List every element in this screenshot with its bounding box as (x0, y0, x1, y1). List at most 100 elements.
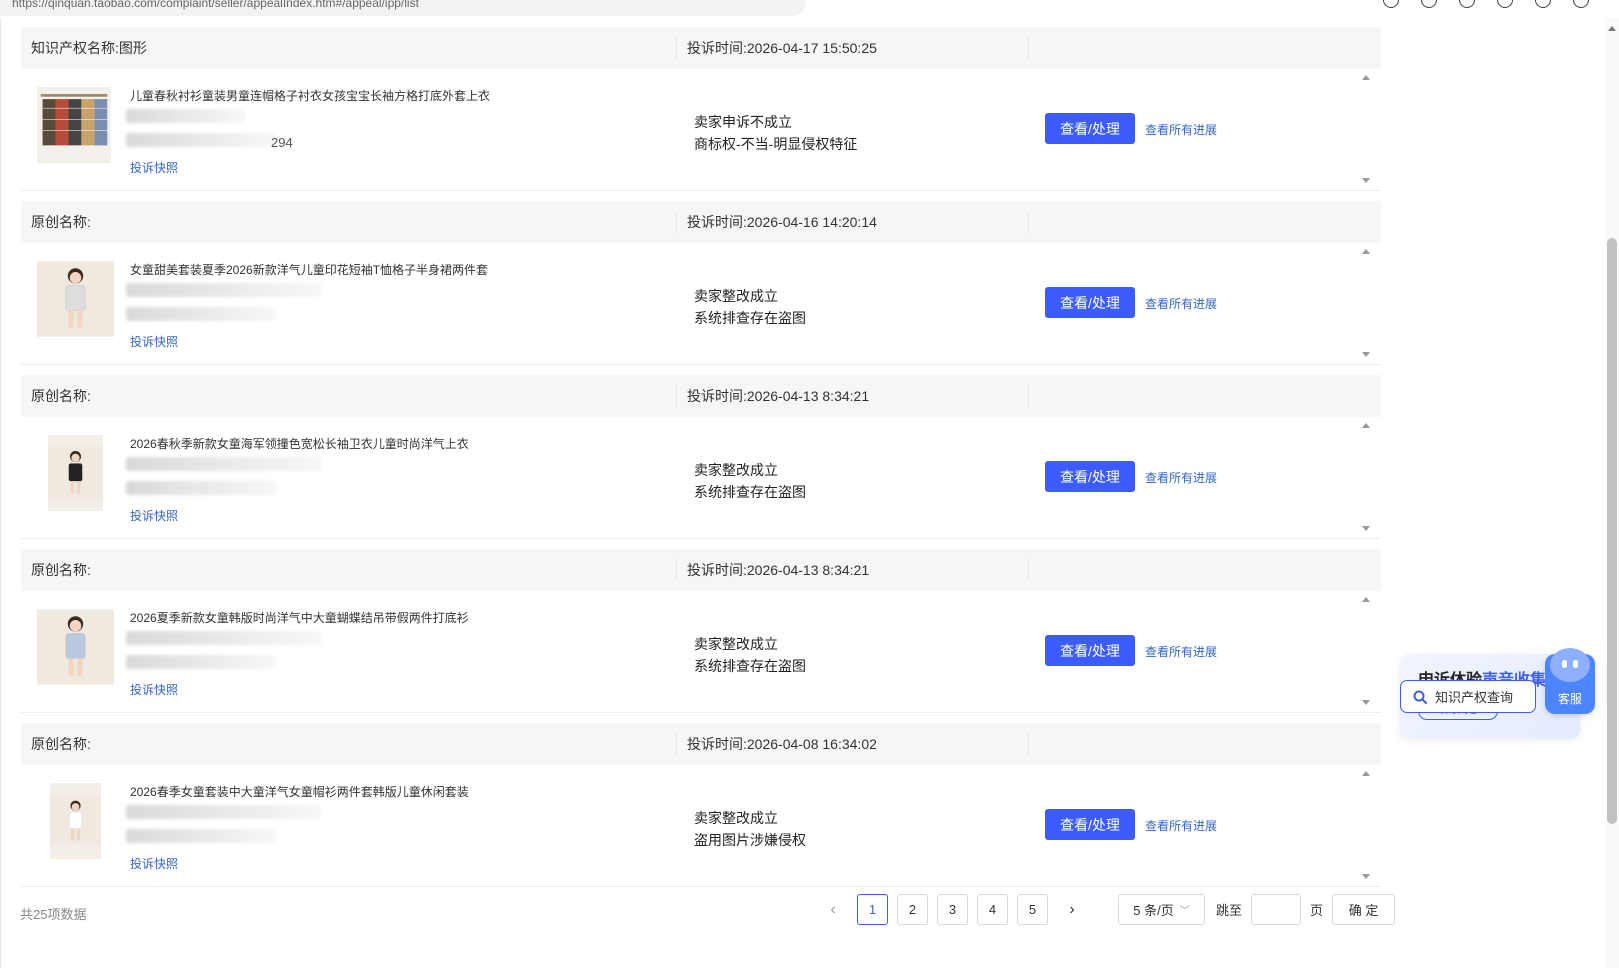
page-unit-label: 页 (1310, 903, 1324, 918)
complaint-snapshot-link[interactable]: 投诉快照 (130, 681, 178, 698)
ip-name: 原创名称: (21, 211, 677, 233)
record-body: 儿童春秋衬衫童装男童连帽格子衬衣女孩宝宝长袖方格打底外套上衣 294 投诉快照 卖家申… (21, 69, 1381, 191)
redacted-info (126, 133, 276, 147)
complaint-list: 知识产权名称:图形 投诉时间:2026-04-17 15:50:25 儿童春秋衬衫童… (0, 18, 1605, 968)
redacted-info (126, 307, 276, 321)
view-all-progress-link[interactable]: 查看所有进展 (1145, 295, 1217, 312)
complaint-time: 投诉时间:2026-04-16 14:20:14 (677, 211, 1029, 233)
prev-page-icon[interactable]: ‹ (818, 895, 848, 925)
page-scrollbar[interactable] (1605, 18, 1619, 968)
download-icon[interactable] (1497, 0, 1513, 8)
record-header: 原创名称: 投诉时间:2026-04-13 8:34:21 (21, 549, 1381, 591)
complaint-snapshot-link[interactable]: 投诉快照 (130, 855, 178, 872)
view-handle-button[interactable]: 查看/处理 (1045, 461, 1135, 492)
record-body: 2026夏季新款女童韩版时尚洋气中大童蝴蝶结吊带假两件打底衫 投诉快照 卖家整改成立… (21, 591, 1381, 713)
scroll-down-icon[interactable] (1362, 700, 1370, 705)
complaint-time: 投诉时间:2026-04-08 16:34:02 (677, 733, 1029, 755)
record-header: 原创名称: 投诉时间:2026-04-16 14:20:14 (21, 201, 1381, 243)
complaint-snapshot-link[interactable]: 投诉快照 (130, 507, 178, 524)
record-scrollbar[interactable] (1359, 417, 1373, 537)
redacted-complaint-id (126, 805, 321, 819)
ip-search-button[interactable]: 知识产权查询 (1400, 680, 1536, 713)
product-title: 儿童春秋衬衫童装男童连帽格子衬衣女孩宝宝长袖方格打底外套上衣 (130, 89, 491, 103)
result-reason: 系统排查存在盗图 (694, 310, 806, 326)
view-all-progress-link[interactable]: 查看所有进展 (1145, 817, 1217, 834)
result-reason: 商标权-不当-明显侵权特征 (694, 136, 858, 152)
address-bar[interactable]: https://qinquan.taobao.com/complaint/sel… (0, 0, 806, 16)
scroll-down-icon[interactable] (1362, 178, 1370, 183)
confirm-jump-button[interactable]: 确 定 (1332, 894, 1396, 925)
page-size-select[interactable]: 5 条/页 ﹀ (1118, 894, 1205, 925)
result-reason: 系统排查存在盗图 (694, 658, 806, 674)
view-all-progress-link[interactable]: 查看所有进展 (1145, 121, 1217, 138)
product-title: 女童甜美套装夏季2026新款洋气儿童印花短袖T恤格子半身裙两件套 (130, 263, 489, 277)
page-1[interactable]: 1 (857, 894, 888, 925)
pagination: ‹ 1 2 3 4 5 › 5 条/页 ﹀ 跳至 页 确 定 (818, 894, 1396, 925)
page-size-value: 5 条/页 (1133, 903, 1174, 918)
jump-page-input[interactable] (1251, 894, 1302, 925)
next-page-icon[interactable]: › (1057, 895, 1087, 925)
record-scrollbar[interactable] (1359, 243, 1373, 363)
page-4[interactable]: 4 (977, 894, 1008, 925)
product-thumbnail[interactable] (50, 783, 101, 859)
record-header: 知识产权名称:图形 投诉时间:2026-04-17 15:50:25 (21, 27, 1381, 69)
complaint-result: 卖家整改成立 系统排查存在盗图 (694, 459, 806, 503)
scroll-down-icon[interactable] (1362, 352, 1370, 357)
view-all-progress-link[interactable]: 查看所有进展 (1145, 469, 1217, 486)
jump-label: 跳至 (1216, 903, 1243, 918)
ip-name: 原创名称: (21, 733, 677, 755)
scrollbar-thumb[interactable] (1607, 238, 1617, 824)
complaint-record: 原创名称: 投诉时间:2026-04-16 14:20:14 女童甜美套装夏季202… (21, 201, 1381, 365)
scroll-down-icon[interactable] (1362, 526, 1370, 531)
customer-service-button[interactable]: 客服 (1545, 648, 1595, 714)
complaint-record: 原创名称: 投诉时间:2026-04-13 8:34:21 2026夏季新款女童韩版… (21, 549, 1381, 713)
redacted-complaint-id (126, 283, 321, 297)
extension-icon[interactable] (1421, 0, 1437, 8)
search-icon (1413, 690, 1427, 704)
result-reason: 系统排查存在盗图 (694, 484, 806, 500)
record-body: 女童甜美套装夏季2026新款洋气儿童印花短袖T恤格子半身裙两件套 投诉快照 卖家整改… (21, 243, 1381, 365)
redacted-info (126, 829, 276, 843)
product-thumbnail[interactable] (48, 435, 103, 511)
record-scrollbar[interactable] (1359, 591, 1373, 711)
complaint-result: 卖家整改成立 盗用图片涉嫌侵权 (694, 807, 806, 851)
profile-icon[interactable] (1535, 0, 1551, 8)
complaint-time: 投诉时间:2026-04-17 15:50:25 (677, 37, 1029, 59)
record-scrollbar[interactable] (1359, 765, 1373, 885)
redacted-info (126, 655, 276, 669)
product-thumbnail[interactable] (37, 609, 114, 685)
product-thumbnail[interactable] (37, 87, 111, 163)
scroll-up-icon[interactable] (1362, 75, 1370, 80)
page-3[interactable]: 3 (937, 894, 968, 925)
chat-icon[interactable] (1573, 0, 1589, 8)
scroll-up-icon[interactable] (1608, 26, 1616, 31)
complaint-snapshot-link[interactable]: 投诉快照 (130, 333, 178, 350)
complaint-result: 卖家整改成立 系统排查存在盗图 (694, 285, 806, 329)
redacted-complaint-id (126, 631, 321, 645)
result-reason: 盗用图片涉嫌侵权 (694, 832, 806, 848)
view-handle-button[interactable]: 查看/处理 (1045, 113, 1135, 144)
page-5[interactable]: 5 (1017, 894, 1048, 925)
product-title: 2026春季女童套装中大童洋气女童帽衫两件套韩版儿童休闲套装 (130, 785, 469, 799)
complaint-snapshot-link[interactable]: 投诉快照 (130, 159, 178, 176)
complaint-result: 卖家整改成立 系统排查存在盗图 (694, 633, 806, 677)
history-icon[interactable] (1383, 0, 1399, 8)
robot-icon (1550, 648, 1590, 682)
view-handle-button[interactable]: 查看/处理 (1045, 635, 1135, 666)
scroll-up-icon[interactable] (1362, 597, 1370, 602)
scroll-up-icon[interactable] (1362, 423, 1370, 428)
record-body: 2026春秋季新款女童海军领撞色宽松长袖卫衣儿童时尚洋气上衣 投诉快照 卖家整改成立… (21, 417, 1381, 539)
view-handle-button[interactable]: 查看/处理 (1045, 287, 1135, 318)
product-thumbnail[interactable] (37, 261, 114, 337)
redacted-complaint-id (126, 457, 321, 471)
page-2[interactable]: 2 (897, 894, 928, 925)
ip-name: 知识产权名称:图形 (21, 37, 677, 59)
star-icon[interactable] (1459, 0, 1475, 8)
complaint-record: 知识产权名称:图形 投诉时间:2026-04-17 15:50:25 儿童春秋衬衫童… (21, 27, 1381, 191)
record-scrollbar[interactable] (1359, 69, 1373, 189)
scroll-down-icon[interactable] (1362, 874, 1370, 879)
view-handle-button[interactable]: 查看/处理 (1045, 809, 1135, 840)
view-all-progress-link[interactable]: 查看所有进展 (1145, 643, 1217, 660)
scroll-up-icon[interactable] (1362, 771, 1370, 776)
scroll-up-icon[interactable] (1362, 249, 1370, 254)
